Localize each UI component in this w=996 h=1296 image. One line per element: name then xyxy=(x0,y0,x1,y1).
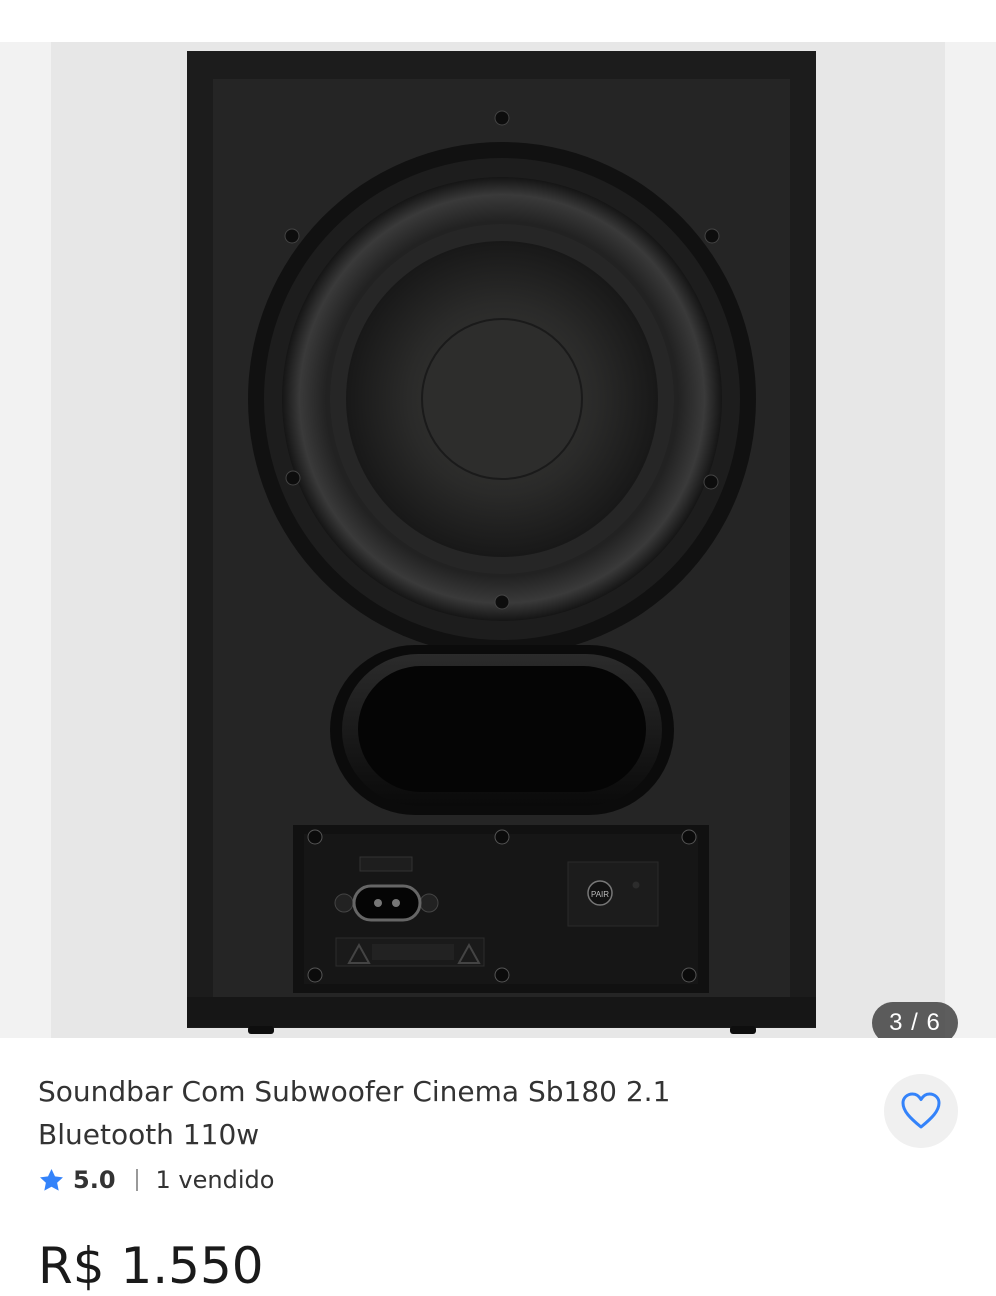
subwoofer-photo: PAIR xyxy=(187,51,816,1034)
rating-value: 5.0 xyxy=(73,1166,116,1194)
price: R$ 1.550 xyxy=(38,1237,264,1295)
product-image-gallery[interactable]: PAIR 3 / 6 xyxy=(0,42,996,1038)
top-bar xyxy=(0,0,996,42)
product-title: Soundbar Com Subwoofer Cinema Sb180 2.1 … xyxy=(38,1075,671,1151)
pair-label: PAIR xyxy=(591,890,609,899)
sold-count: 1 vendido xyxy=(155,1166,275,1194)
divider xyxy=(135,1169,138,1191)
image-counter-badge: 3 / 6 xyxy=(872,1002,958,1038)
heart-icon xyxy=(901,1092,941,1129)
star-icon xyxy=(40,1168,63,1191)
favorite-button[interactable] xyxy=(884,1074,958,1148)
rating-summary: 5.0 1 vendido xyxy=(38,1162,274,1198)
product-info: Soundbar Com Subwoofer Cinema Sb180 2.1 … xyxy=(0,1038,996,1295)
